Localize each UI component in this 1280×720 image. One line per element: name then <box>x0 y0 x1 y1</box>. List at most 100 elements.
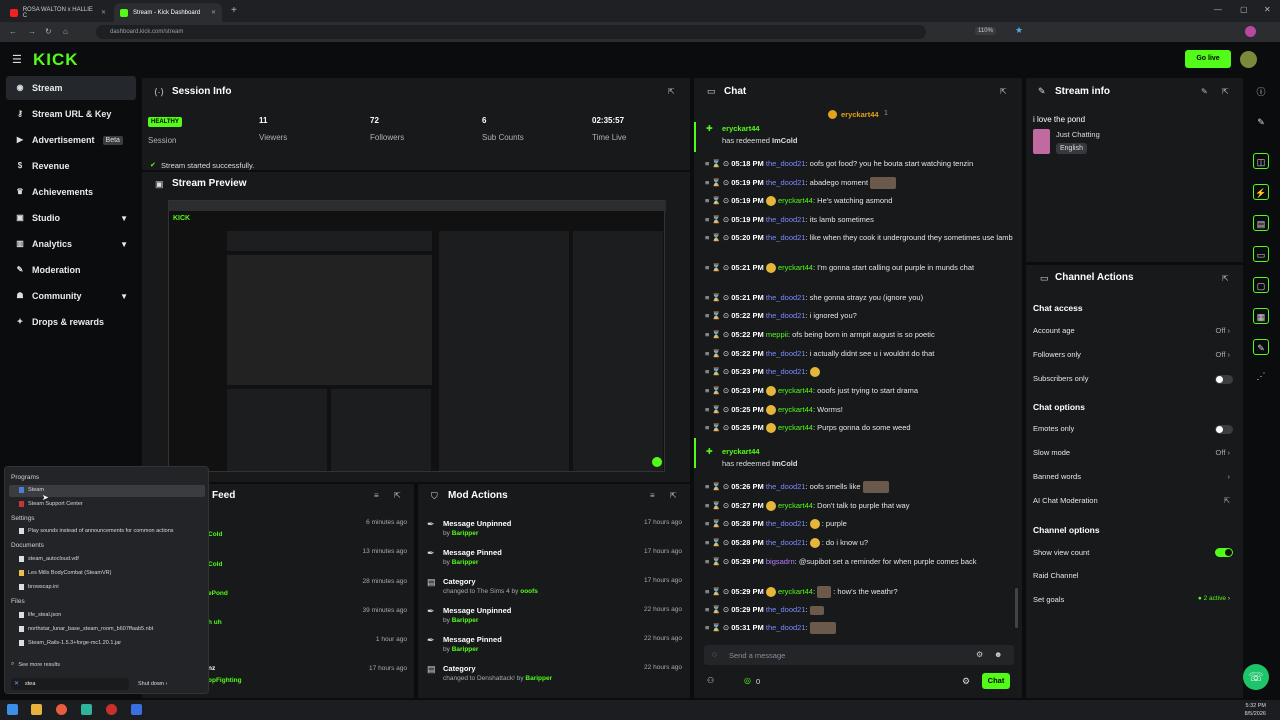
camera-icon[interactable]: ◫ <box>1253 153 1269 169</box>
raid-channel-row[interactable]: Raid Channel <box>1033 571 1238 583</box>
address-input[interactable]: dashboard.kick.com/stream <box>96 25 926 39</box>
chat-user[interactable]: the_dood21 <box>766 233 806 242</box>
set-goals-row[interactable]: Set goals ● 2 active › <box>1033 595 1238 607</box>
slow-mode-row[interactable]: Slow mode Off › <box>1033 448 1238 460</box>
document-icon[interactable]: ▤ <box>1253 215 1269 231</box>
popout-icon[interactable]: ⇱ <box>1000 87 1007 96</box>
shutdown-button[interactable]: Shut down › <box>138 681 167 687</box>
clock-time[interactable]: 5:32 PM <box>1236 703 1266 709</box>
chat-user[interactable]: eryckart44 <box>778 405 813 414</box>
chat-user[interactable]: the_dood21 <box>766 178 806 187</box>
chat-scrollbar[interactable] <box>1015 588 1018 628</box>
chat-user[interactable]: the_dood21 <box>766 367 806 376</box>
pinned-user[interactable]: eryckart44 <box>841 110 879 119</box>
menu-icon[interactable]: ☰ <box>12 53 22 66</box>
chat-user[interactable]: eryckart44 <box>778 263 813 272</box>
bolt-icon[interactable]: ⚡ <box>1253 184 1269 200</box>
go-live-button[interactable]: Go live <box>1185 50 1231 68</box>
chat-user[interactable]: the_dood21 <box>766 538 806 547</box>
sidebar-item-drops-rewards[interactable]: ✦ Drops & rewards <box>6 310 136 334</box>
wrench-icon[interactable]: ✎ <box>1253 339 1269 355</box>
chat-user[interactable]: eryckart44 <box>778 423 813 432</box>
search-result[interactable]: Steam Support Center <box>19 501 83 507</box>
maximize-icon[interactable]: ▢ <box>1240 5 1248 14</box>
filter-icon[interactable]: ≡ <box>374 491 379 500</box>
zoom-level[interactable]: 110% <box>975 27 996 35</box>
sidebar-item-analytics[interactable]: ▥ Analytics ▼ <box>6 232 136 256</box>
popout-icon[interactable]: ⇱ <box>1222 274 1229 283</box>
stream-preview-video[interactable]: KICK <box>168 200 666 472</box>
filter-icon[interactable]: ≡ <box>650 491 655 500</box>
close-window-icon[interactable]: ✕ <box>1264 5 1271 14</box>
subscribers-only-toggle[interactable] <box>1215 375 1233 384</box>
search-result[interactable]: Play sounds instead of announcements for… <box>19 528 174 534</box>
support-chat-icon[interactable]: ☏ <box>1243 664 1269 690</box>
browser-tab-active[interactable]: Stream - Kick Dashboard ✕ <box>114 3 222 22</box>
avatar[interactable] <box>1240 51 1257 68</box>
chat-user[interactable]: the_dood21 <box>766 623 806 632</box>
reload-icon[interactable]: ↻ <box>45 27 52 36</box>
see-more-link[interactable]: ⌕ See more results <box>11 661 60 668</box>
back-icon[interactable]: ← <box>9 27 17 36</box>
sidebar-item-revenue[interactable]: $ Revenue <box>6 154 136 178</box>
clock-date[interactable]: 8/5/2026 <box>1236 711 1266 717</box>
banned-words-row[interactable]: Banned words › <box>1033 472 1238 484</box>
chat-settings-icon[interactable]: ⚇ <box>707 676 714 685</box>
edit-icon[interactable]: ✎ <box>1201 87 1208 96</box>
show-view-count-toggle[interactable] <box>1215 548 1233 557</box>
star-icon[interactable]: ★ <box>1015 25 1023 36</box>
sidebar-item-studio[interactable]: ▣ Studio ▼ <box>6 206 136 230</box>
chat-user[interactable]: the_dood21 <box>766 311 806 320</box>
profile-avatar[interactable] <box>1245 26 1256 37</box>
popout-icon[interactable]: ⇱ <box>1222 87 1229 96</box>
info-icon[interactable]: ⓘ <box>1253 84 1269 100</box>
search-result[interactable]: steam_autocloud.vdf <box>19 556 79 562</box>
sidebar-item-advertisement[interactable]: ▶ Advertisement Beta <box>6 128 136 152</box>
minimize-icon[interactable]: — <box>1214 5 1222 14</box>
sidebar-item-achievements[interactable]: ♛ Achievements <box>6 180 136 204</box>
chat-user[interactable]: meppii <box>766 330 788 339</box>
emoji-picker-icon[interactable]: ☻ <box>994 650 1002 659</box>
chat-user[interactable]: eryckart44 <box>778 501 813 510</box>
mod-action-user[interactable]: Baripper <box>452 559 479 566</box>
browser-icon[interactable] <box>106 704 117 715</box>
pencil-icon[interactable]: ✎ <box>1253 114 1269 130</box>
sidebar-item-moderation[interactable]: ✎ Moderation <box>6 258 136 282</box>
search-result[interactable]: Steam <box>19 487 44 493</box>
mod-action-user[interactable]: Baripper <box>525 675 552 682</box>
windows-start-icon[interactable] <box>7 704 18 715</box>
chat-user[interactable]: eryckart44 <box>778 196 813 205</box>
mod-action-user[interactable]: Baripper <box>452 530 479 537</box>
search-result[interactable]: Les Mills BodyCombat (SteamVR) <box>19 570 111 576</box>
browser-tab[interactable]: ROSA WALTON x HALLIE C ✕ <box>4 3 112 22</box>
sidebar-item-stream[interactable]: ◉ Stream <box>6 76 136 100</box>
followers-only-row[interactable]: Followers only Off › <box>1033 350 1238 362</box>
chat-user[interactable]: the_dood21 <box>766 482 806 491</box>
mod-action-user[interactable]: Baripper <box>452 617 479 624</box>
start-search-input[interactable]: ✕ stea <box>11 678 129 690</box>
account-age-row[interactable]: Account age Off › <box>1033 326 1238 338</box>
close-icon[interactable]: ✕ <box>211 9 216 16</box>
search-result[interactable]: life_steal.json <box>19 612 61 618</box>
chat-user[interactable]: the_dood21 <box>766 519 806 528</box>
gear-icon[interactable]: ⚙ <box>962 676 970 687</box>
new-tab-icon[interactable]: + <box>231 5 237 16</box>
chat-user[interactable]: bigsadrn <box>766 557 795 566</box>
chat-bubble-icon[interactable]: ▭ <box>1253 246 1269 262</box>
sidebar-item-stream-url-key[interactable]: ⚷ Stream URL & Key <box>6 102 136 126</box>
kick-logo[interactable]: KICK <box>33 50 79 70</box>
sidebar-item-community[interactable]: ☗ Community ▼ <box>6 284 136 308</box>
chat-user[interactable]: eryckart44 <box>778 386 813 395</box>
send-chat-button[interactable]: Chat <box>982 673 1010 689</box>
chat-user[interactable]: the_dood21 <box>766 159 806 168</box>
search-result[interactable]: northstar_lunar_base_steam_room_b607ffaa… <box>19 626 153 632</box>
chat-user[interactable]: the_dood21 <box>766 215 806 224</box>
mod-action-user[interactable]: Baripper <box>452 646 479 653</box>
firefox-icon[interactable] <box>56 704 67 715</box>
file-explorer-icon[interactable] <box>31 704 42 715</box>
popout-icon[interactable]: ⇱ <box>394 491 401 500</box>
chat-user[interactable]: eryckart44 <box>778 587 813 596</box>
popout-icon[interactable]: ⇱ <box>670 491 677 500</box>
share-icon[interactable]: ⋰ <box>1253 368 1269 384</box>
mod-action-user[interactable]: ooofs <box>520 588 538 595</box>
